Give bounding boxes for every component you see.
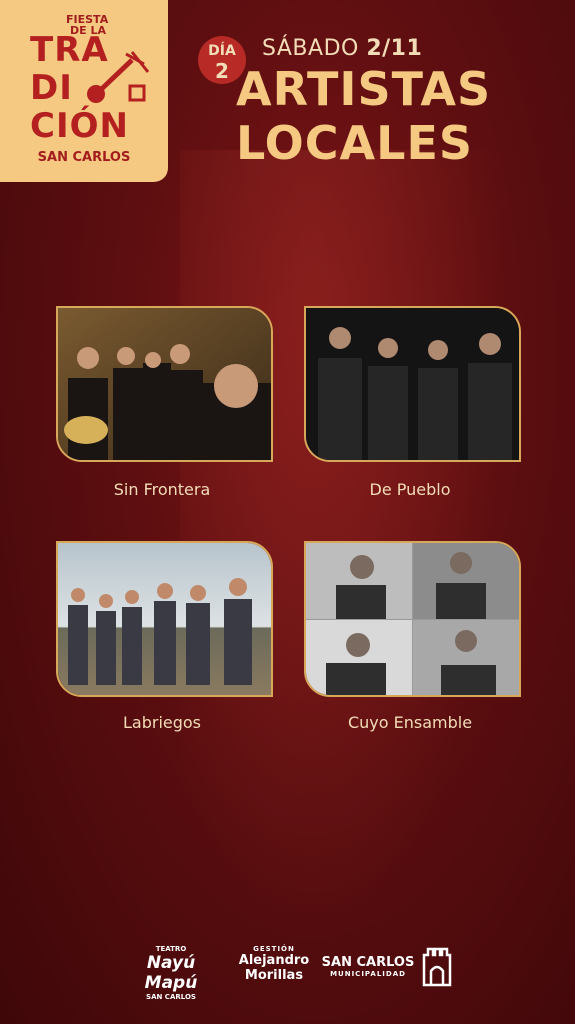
event-day: SÁBADO	[262, 36, 359, 61]
teatro-logo: TEATRO Nayú Mapú SAN CARLOS	[118, 945, 224, 1001]
gestion-small-label: GESTIÓN	[253, 945, 295, 953]
artist-photo-4	[304, 541, 521, 697]
gestion-line2: Morillas	[244, 968, 304, 983]
title-line2: LOCALES	[236, 116, 473, 170]
title-line1: ARTISTAS	[236, 62, 492, 116]
municipality-sub: MUNICIPALIDAD	[330, 970, 406, 978]
event-date: SÁBADO 2/11	[262, 36, 422, 61]
artist-photo-1	[56, 306, 273, 462]
gestion-logo: GESTIÓN Alejandro Morillas	[236, 945, 312, 983]
municipality-logo: SAN CARLOS MUNICIPALIDAD	[318, 955, 418, 978]
band-photo-image	[58, 308, 271, 460]
artist-photo-3	[56, 541, 273, 697]
logo-big3: CIÓN	[30, 106, 129, 146]
teatro-name: Nayú Mapú	[144, 953, 198, 993]
logo-sub: SAN CARLOS	[37, 150, 131, 165]
gestion-line1: Alejandro	[238, 953, 310, 968]
artist-photo-2	[304, 306, 521, 462]
day-badge-label: DÍA	[208, 43, 236, 59]
guitar-icon	[87, 51, 150, 103]
sponsors-footer: TEATRO Nayú Mapú SAN CARLOS GESTIÓN Alej…	[0, 935, 575, 1001]
festival-logo: FIESTA DE LA TRA DI CIÓN SAN CARLOS	[0, 0, 168, 182]
event-date-number: 2/11	[366, 36, 423, 61]
band-photo-image	[306, 543, 519, 695]
logo-big2: DI	[30, 68, 73, 108]
tower-icon	[422, 947, 452, 987]
artist-name-4: Cuyo Ensamble	[347, 713, 473, 732]
artist-name-2: De Pueblo	[369, 480, 451, 499]
artist-name-1: Sin Frontera	[113, 480, 211, 499]
artist-name-3: Labriegos	[122, 713, 202, 732]
municipality-name: SAN CARLOS	[321, 955, 415, 970]
band-photo-image	[306, 308, 519, 460]
teatro-small-label: TEATRO	[155, 945, 187, 953]
band-photo-image	[58, 543, 271, 695]
teatro-sub-label: SAN CARLOS	[146, 993, 196, 1001]
